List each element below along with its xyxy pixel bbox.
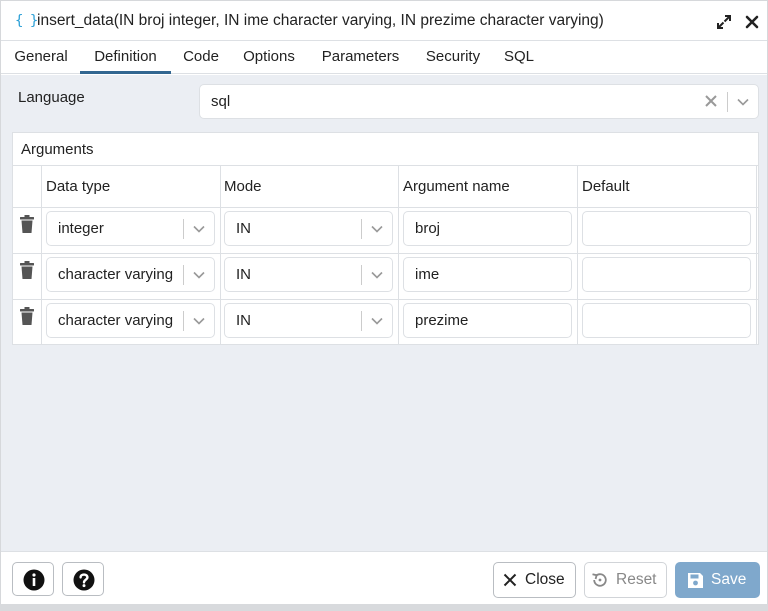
clear-icon[interactable] [704,94,718,108]
select-separator [361,265,362,285]
column-header-mode: Mode [224,178,262,195]
tab-general[interactable]: General [5,41,77,74]
arguments-title: Arguments [21,141,94,158]
tab-parameters[interactable]: Parameters [313,41,408,74]
reset-icon [592,573,607,587]
data-type-value: integer [58,220,104,237]
default-value-input[interactable] [582,303,751,338]
language-select[interactable]: sql [199,84,759,119]
data-type-select[interactable]: integer [46,211,215,246]
dialog-footer: Close Reset Save [1,551,767,605]
language-value: sql [211,93,231,110]
arguments-panel: Arguments Data type Mode Argument name D… [12,132,759,345]
tab-security[interactable]: Security [418,41,488,74]
select-separator [183,311,184,331]
chevron-down-icon[interactable] [370,314,384,328]
tab-code[interactable]: Code [176,41,226,74]
grid-divider [577,166,578,344]
dialog-title: insert_data(IN broj integer, IN ime char… [37,12,604,29]
dialog-titlebar: { } insert_data(IN broj integer, IN ime … [1,1,767,41]
select-separator [183,265,184,285]
column-header-default: Default [582,178,630,195]
select-separator [183,219,184,239]
info-icon [23,569,45,591]
chevron-down-icon[interactable] [192,222,206,236]
mode-value: IN [236,312,251,329]
chevron-down-icon[interactable] [192,314,206,328]
tab-definition[interactable]: Definition [80,41,171,74]
column-header-data-type: Data type [46,178,111,195]
tab-bar: General Definition Code Options Paramete… [1,41,767,74]
expand-icon[interactable] [715,13,733,31]
language-label: Language [18,89,85,106]
column-header-argument-name: Argument name [403,178,510,195]
mode-select[interactable]: IN [224,257,393,292]
mode-select[interactable]: IN [224,303,393,338]
save-button[interactable]: Save [675,562,760,598]
trash-icon[interactable] [20,215,34,233]
mode-value: IN [236,220,251,237]
grid-divider [220,166,221,344]
data-type-select[interactable]: character varying [46,303,215,338]
grid-divider [398,166,399,344]
data-type-select[interactable]: character varying [46,257,215,292]
close-icon[interactable] [743,13,761,31]
close-icon [503,573,517,587]
reset-button[interactable]: Reset [584,562,667,598]
grid-divider [13,299,758,300]
info-button[interactable] [12,562,54,596]
grid-divider [13,207,758,208]
select-separator [361,311,362,331]
arguments-header: Arguments [13,133,758,166]
mode-value: IN [236,266,251,283]
function-dialog: { } insert_data(IN broj integer, IN ime … [0,0,768,605]
grid-divider [756,166,757,344]
default-value-input[interactable] [582,257,751,292]
close-button[interactable]: Close [493,562,576,598]
select-separator [361,219,362,239]
trash-icon[interactable] [20,261,34,279]
select-separator [727,92,728,112]
default-value-input[interactable] [582,211,751,246]
grid-divider [13,253,758,254]
function-icon: { } [15,13,38,29]
help-button[interactable] [62,562,104,596]
trash-icon[interactable] [20,307,34,325]
chevron-down-icon[interactable] [192,268,206,282]
grid-divider [41,166,42,344]
save-icon [688,573,703,588]
help-icon [73,569,95,591]
argument-name-input[interactable]: ime [403,257,572,292]
chevron-down-icon[interactable] [370,268,384,282]
data-type-value: character varying [58,312,174,329]
tab-sql[interactable]: SQL [499,41,539,74]
save-label: Save [711,571,747,588]
mode-select[interactable]: IN [224,211,393,246]
background-window-edge [0,604,768,611]
data-type-value: character varying [58,266,174,283]
close-label: Close [525,571,565,588]
chevron-down-icon[interactable] [370,222,384,236]
tab-options[interactable]: Options [235,41,303,74]
argument-name-input[interactable]: broj [403,211,572,246]
reset-label: Reset [616,571,657,588]
argument-name-input[interactable]: prezime [403,303,572,338]
chevron-down-icon[interactable] [736,95,750,109]
